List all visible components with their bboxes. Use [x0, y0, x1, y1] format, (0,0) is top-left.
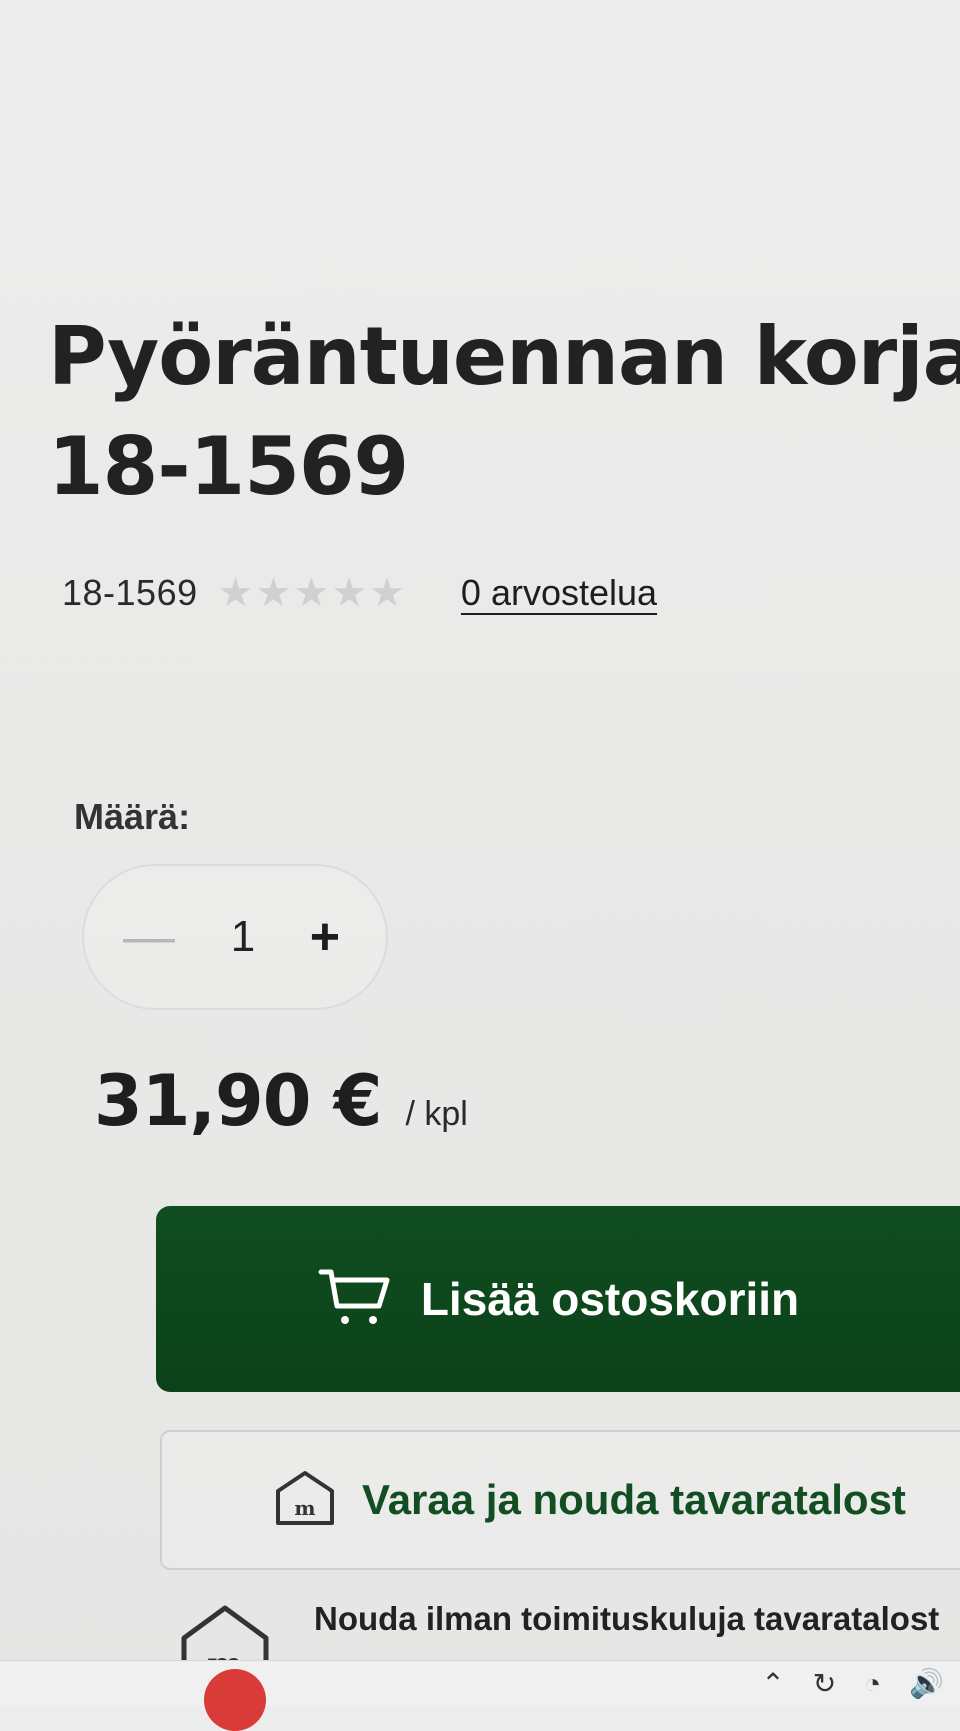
- free-pickup-label: Nouda ilman toimituskuluja tavaratalost: [314, 1600, 940, 1637]
- product-title: Pyöräntuennan korjaus 18-1569: [48, 302, 960, 522]
- reviews-link[interactable]: 0 arvostelua: [461, 572, 657, 614]
- taskbar-app-icon[interactable]: [204, 1669, 266, 1731]
- star-icon: ★: [217, 571, 254, 615]
- sku-code: 18-1569: [62, 572, 198, 613]
- quantity-stepper[interactable]: — 1 +: [82, 864, 388, 1010]
- chevron-up-icon[interactable]: ⌃: [761, 1667, 784, 1700]
- add-to-cart-label: Lisää ostoskoriin: [420, 1273, 800, 1325]
- cart-icon: [317, 1266, 393, 1332]
- star-icon: ★: [331, 571, 368, 615]
- quantity-value: 1: [230, 912, 256, 961]
- price-unit: / kpl: [405, 1095, 468, 1133]
- svg-text:m: m: [294, 1496, 315, 1520]
- sync-icon[interactable]: ↻: [813, 1667, 836, 1700]
- minus-button[interactable]: —: [118, 906, 180, 968]
- speaker-icon[interactable]: 🔊: [909, 1667, 944, 1700]
- minus-icon: —: [123, 908, 175, 966]
- taskbar: ⌃ ↻ ◔ 🔊: [0, 1660, 960, 1731]
- product-title-line-1: Pyöräntuennan korjaus: [48, 310, 960, 403]
- quantity-label: Määrä:: [74, 796, 191, 837]
- store-icon: m: [272, 1467, 338, 1534]
- add-to-cart-button[interactable]: Lisää ostoskoriin: [156, 1206, 960, 1392]
- product-page: Pyöräntuennan korjaus 18-1569 18-1569 ★ …: [0, 0, 960, 1731]
- reserve-pickup-button[interactable]: m Varaa ja nouda tavaratalost: [160, 1430, 960, 1570]
- rating-stars: ★ ★ ★ ★ ★: [218, 573, 405, 613]
- wifi-icon[interactable]: ◔: [864, 1668, 881, 1700]
- reserve-pickup-label: Varaa ja nouda tavaratalost: [362, 1476, 906, 1523]
- product-meta-row: 18-1569 ★ ★ ★ ★ ★ 0 arvostelua: [62, 568, 657, 618]
- price-row: 31,90 € / kpl: [94, 1060, 468, 1142]
- star-icon: ★: [255, 571, 292, 615]
- plus-button[interactable]: +: [294, 906, 356, 968]
- price-value: 31,90 €: [94, 1060, 382, 1142]
- star-icon: ★: [369, 571, 405, 615]
- product-title-line-2: 18-1569: [48, 420, 409, 513]
- star-icon: ★: [293, 571, 330, 615]
- plus-icon: +: [309, 908, 341, 966]
